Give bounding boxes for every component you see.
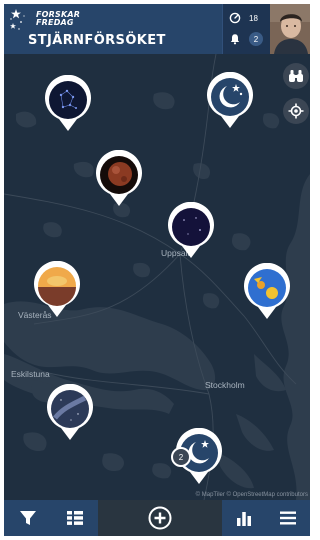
- app-title: STJÄRNFÖRSÖKET: [28, 33, 166, 48]
- moon-stars-pin: [207, 72, 253, 128]
- observation-pin[interactable]: [43, 75, 93, 133]
- observation-pin[interactable]: [94, 150, 144, 208]
- filter-icon: [19, 511, 36, 525]
- bottom-toolbar: [4, 500, 310, 536]
- user-stats: 18 2: [222, 4, 270, 54]
- moon-eclipse-photo-pin: [96, 150, 142, 206]
- brand-line-fredag: FREDAG: [36, 18, 74, 27]
- notifications-badge: 2: [249, 32, 263, 46]
- app-frame: FORSKAR FREDAG STJÄRNFÖRSÖKET 18 2 Uppsa…: [4, 4, 310, 536]
- observation-pin[interactable]: [166, 202, 216, 260]
- observation-pin[interactable]: [205, 72, 255, 130]
- filter-button[interactable]: [4, 500, 51, 536]
- observation-pin[interactable]: [45, 384, 95, 442]
- observation-pin[interactable]: [242, 263, 292, 321]
- observation-pin[interactable]: [32, 261, 82, 319]
- observations-count: 18: [249, 13, 258, 23]
- sunset-drawing-pin: [34, 261, 80, 317]
- place-label-eskilstuna: Eskilstuna: [11, 369, 50, 379]
- crosshair-icon: [288, 103, 304, 119]
- toolbar-right-group: [222, 500, 310, 536]
- top-header: FORSKAR FREDAG STJÄRNFÖRSÖKET 18 2: [4, 4, 310, 54]
- statistics-button[interactable]: [222, 500, 266, 536]
- binoculars-icon: [289, 70, 303, 82]
- night-sky-photo-pin: [168, 202, 214, 258]
- bell-icon: [230, 34, 240, 45]
- childrens-drawing-pin: [244, 263, 290, 319]
- explore-binoculars-button[interactable]: [283, 63, 309, 89]
- locate-me-button[interactable]: [283, 98, 309, 124]
- bar-chart-icon: [237, 512, 251, 526]
- add-observation-button[interactable]: [98, 500, 222, 536]
- toolbar-left-group: [4, 500, 98, 536]
- observations-stat[interactable]: 18: [229, 12, 258, 24]
- dial-icon: [229, 12, 241, 24]
- brand-logo: FORSKAR FREDAG STJÄRNFÖRSÖKET: [4, 4, 222, 54]
- brand-subtitle: FORSKAR FREDAG: [36, 11, 80, 27]
- hamburger-menu-icon: [280, 511, 296, 525]
- cluster-count-badge[interactable]: 2: [171, 447, 191, 467]
- menu-button[interactable]: [266, 500, 310, 536]
- map-attribution[interactable]: © MapTiler © OpenStreetMap contributors: [196, 492, 308, 498]
- milky-way-photo-pin: [47, 384, 93, 440]
- constellation-photo-pin: [45, 75, 91, 131]
- plus-circle-icon: [148, 506, 172, 530]
- notifications-stat[interactable]: 2: [229, 32, 263, 46]
- profile-photo: [270, 4, 310, 54]
- list-view-icon: [66, 511, 83, 525]
- user-avatar[interactable]: [270, 4, 310, 54]
- place-label-stockholm: Stockholm: [205, 380, 245, 390]
- list-view-button[interactable]: [51, 500, 98, 536]
- map-view[interactable]: Uppsala Västerås Eskilstuna Stockholm 2 …: [4, 54, 310, 500]
